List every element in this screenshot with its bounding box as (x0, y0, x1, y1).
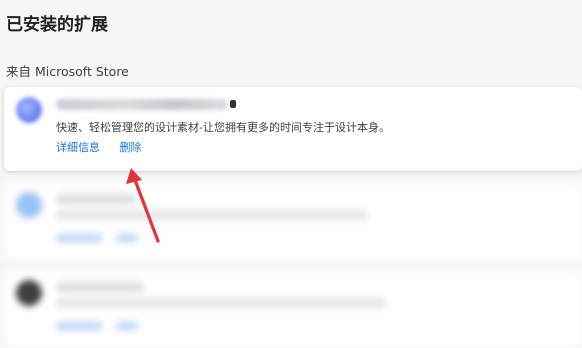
page-title: 已安装的扩展 (6, 15, 108, 35)
extension-name-end-mark (230, 100, 236, 108)
blurred-details-link[interactable] (56, 234, 102, 242)
extension-card-blurred (4, 182, 582, 260)
blurred-name (56, 282, 144, 292)
extension-icon (16, 192, 42, 218)
extensions-page: 已安装的扩展 来自 Microsoft Store 快速、轻松管理您的设计素材-… (0, 0, 582, 348)
extension-actions: 详细信息 删除 (56, 139, 142, 155)
extension-icon (16, 280, 42, 306)
blurred-remove-link[interactable] (116, 234, 138, 242)
blurred-name (56, 194, 136, 204)
blurred-details-link[interactable] (56, 322, 102, 330)
blurred-description (56, 298, 386, 308)
remove-link[interactable]: 删除 (120, 141, 142, 154)
extension-icon (16, 97, 42, 123)
blurred-remove-link[interactable] (116, 322, 138, 330)
extension-description: 快速、轻松管理您的设计素材-让您拥有更多的时间专注于设计本身。 (56, 121, 390, 134)
details-link[interactable]: 详细信息 (56, 141, 100, 154)
extension-card: 快速、轻松管理您的设计素材-让您拥有更多的时间专注于设计本身。 详细信息 删除 (4, 87, 582, 171)
extension-name-redacted (56, 99, 228, 110)
extension-card-blurred (4, 270, 582, 348)
blurred-description (56, 210, 368, 220)
section-label-microsoft-store: 来自 Microsoft Store (6, 64, 129, 79)
